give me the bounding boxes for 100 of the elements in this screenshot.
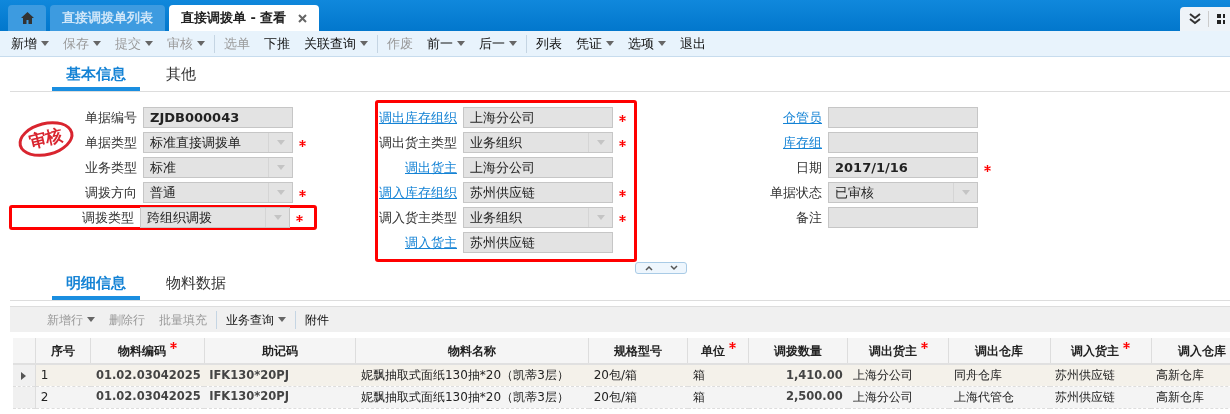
double-chevron-icon[interactable] bbox=[1188, 13, 1202, 25]
field-label: 单据类型 bbox=[85, 133, 138, 152]
table-cell: 妮飘抽取式面纸130抽*20（凯蒂3层） bbox=[355, 364, 589, 386]
input-field[interactable]: 苏州供应链 bbox=[463, 182, 613, 203]
caret-icon bbox=[276, 165, 285, 170]
field-label: 调入货主类型 bbox=[379, 208, 458, 227]
table-cell: 2 bbox=[35, 386, 91, 408]
table-cell: 上海分公司 bbox=[847, 386, 949, 408]
table-cell: 高新仓库 bbox=[1151, 364, 1230, 386]
home-icon bbox=[20, 12, 34, 24]
toolbar-button[interactable]: 关联查询 bbox=[297, 32, 375, 55]
column-header: 序号 bbox=[35, 338, 91, 364]
dropdown-field[interactable]: 已审核 bbox=[828, 182, 978, 203]
close-icon[interactable] bbox=[298, 13, 308, 23]
field-label: 单据编号 bbox=[85, 108, 138, 127]
input-field[interactable] bbox=[828, 132, 978, 153]
column-header: 调出货主 bbox=[847, 338, 949, 364]
caret-icon bbox=[596, 140, 605, 145]
toolbar-button[interactable]: 附件 bbox=[298, 308, 336, 331]
chevron-up-icon[interactable] bbox=[644, 265, 653, 271]
field-label: 调拨方向 bbox=[85, 183, 138, 202]
table-cell: 20包/箱 bbox=[588, 386, 688, 408]
home-tab[interactable] bbox=[8, 5, 46, 31]
input-field[interactable]: 上海分公司 bbox=[463, 157, 613, 178]
caret-icon bbox=[93, 41, 101, 46]
field-label: 日期 bbox=[796, 158, 823, 177]
table-cell: 2,500.00 bbox=[748, 386, 848, 408]
field-link[interactable]: 库存组 bbox=[783, 132, 828, 153]
field-label: 业务类型 bbox=[85, 158, 138, 177]
column-header: 单位 bbox=[687, 338, 749, 364]
dropdown-field[interactable]: 业务组织 bbox=[463, 207, 613, 228]
section-tab[interactable]: 明细信息 bbox=[52, 271, 140, 300]
toolbar-button[interactable]: 凭证 bbox=[569, 32, 621, 55]
collapse-toggle[interactable] bbox=[635, 262, 687, 274]
field-label: 单据状态 bbox=[770, 183, 823, 202]
field-link[interactable]: 仓管员 bbox=[783, 107, 828, 128]
input-field[interactable] bbox=[828, 207, 978, 228]
caret-icon bbox=[87, 317, 95, 322]
page-tab[interactable]: 直接调拨单 - 查看 bbox=[169, 5, 320, 31]
toolbar-button[interactable]: 选项 bbox=[621, 32, 673, 55]
field-label: 调出货主类型 bbox=[379, 133, 458, 152]
column-header: 调拨数量 bbox=[748, 338, 848, 364]
column-header: 规格型号 bbox=[588, 338, 688, 364]
toolbar-button[interactable]: 下推 bbox=[257, 32, 297, 55]
toolbar-button[interactable]: 前一 bbox=[420, 32, 472, 55]
caret-icon bbox=[276, 140, 285, 145]
dropdown-field[interactable]: 标准直接调拨单 bbox=[143, 132, 293, 153]
table-cell: 高新仓库 bbox=[1151, 386, 1230, 408]
field-label: 调拨类型 bbox=[82, 208, 135, 227]
dropdown-field[interactable]: 跨组织调拨 bbox=[140, 207, 290, 228]
input-field[interactable]: 上海分公司 bbox=[463, 107, 613, 128]
column-header: 调入货主 bbox=[1050, 338, 1152, 364]
column-header: 助记码 bbox=[204, 338, 356, 364]
section-tab[interactable]: 物料数据 bbox=[152, 271, 240, 300]
toolbar-button[interactable]: 新增 bbox=[4, 32, 56, 55]
dropdown-field[interactable]: 普通 bbox=[143, 182, 293, 203]
input-field[interactable]: ZJDB000043 bbox=[143, 107, 293, 128]
input-field[interactable] bbox=[828, 107, 978, 128]
caret-icon bbox=[276, 190, 285, 195]
caret-icon bbox=[273, 215, 282, 220]
field-link[interactable]: 调出货主 bbox=[405, 157, 463, 178]
table-cell: 苏州供应链 bbox=[1050, 364, 1152, 386]
field-label: 备注 bbox=[796, 208, 823, 227]
caret-icon bbox=[457, 41, 465, 46]
section-tab[interactable]: 基本信息 bbox=[52, 62, 140, 91]
caret-icon bbox=[658, 41, 666, 46]
toolbar-button[interactable]: 后一 bbox=[472, 32, 524, 55]
grid-icon[interactable] bbox=[1215, 13, 1225, 25]
input-field[interactable]: 苏州供应链 bbox=[463, 232, 613, 253]
section-tab[interactable]: 其他 bbox=[152, 62, 210, 91]
field-link[interactable]: 调入货主 bbox=[405, 232, 463, 253]
caret-icon bbox=[606, 41, 614, 46]
column-header: 物料编码 bbox=[90, 338, 205, 364]
caret-icon bbox=[961, 190, 970, 195]
toolbar-button[interactable]: 退出 bbox=[673, 32, 713, 55]
table-cell: 01.02.03042025 bbox=[90, 386, 205, 408]
table-cell: 箱 bbox=[687, 386, 749, 408]
toolbar-button[interactable]: 列表 bbox=[529, 32, 569, 55]
chevron-down-icon[interactable] bbox=[669, 265, 678, 271]
caret-icon bbox=[278, 317, 286, 322]
input-field[interactable]: 2017/1/16 bbox=[828, 157, 978, 178]
dropdown-field[interactable]: 标准 bbox=[143, 157, 293, 178]
current-row-icon bbox=[21, 371, 27, 380]
table-cell: IFK130*20PJ bbox=[204, 386, 356, 408]
column-header: 调出仓库 bbox=[948, 338, 1051, 364]
caret-icon bbox=[197, 41, 205, 46]
caret-icon bbox=[360, 41, 368, 46]
field-link[interactable]: 调出库存组织 bbox=[379, 107, 463, 128]
caret-icon bbox=[596, 215, 605, 220]
field-link[interactable]: 调入库存组织 bbox=[379, 182, 463, 203]
table-cell: 苏州供应链 bbox=[1050, 386, 1152, 408]
table-cell: IFK130*20PJ bbox=[204, 364, 356, 386]
caret-icon bbox=[509, 41, 517, 46]
toolbar-button[interactable]: 业务查询 bbox=[219, 308, 293, 331]
caret-icon bbox=[41, 41, 49, 46]
table-cell: 上海代管仓 bbox=[948, 386, 1051, 408]
caret-icon bbox=[145, 41, 153, 46]
table-cell: 妮飘抽取式面纸130抽*20（凯蒂3层） bbox=[355, 386, 589, 408]
dropdown-field[interactable]: 业务组织 bbox=[463, 132, 613, 153]
column-header: 物料名称 bbox=[355, 338, 589, 364]
